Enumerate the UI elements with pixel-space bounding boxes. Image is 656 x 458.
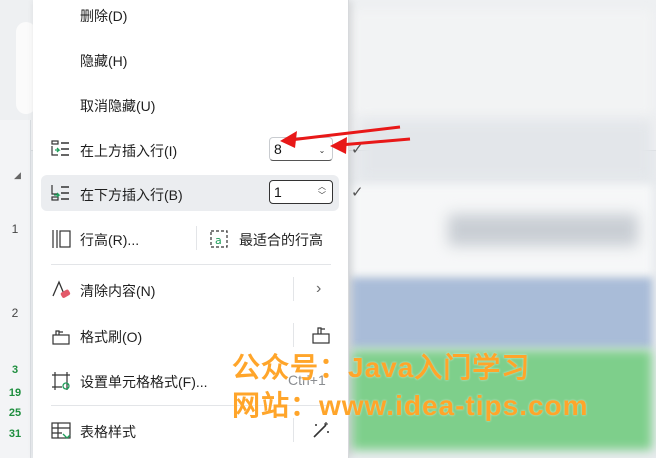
watermark-line-1: 公众号：Java入门学习 [232,352,531,383]
red-arrow-icon [330,137,411,154]
watermark-line-2: 网站：www.idea-tips.com [232,390,589,421]
